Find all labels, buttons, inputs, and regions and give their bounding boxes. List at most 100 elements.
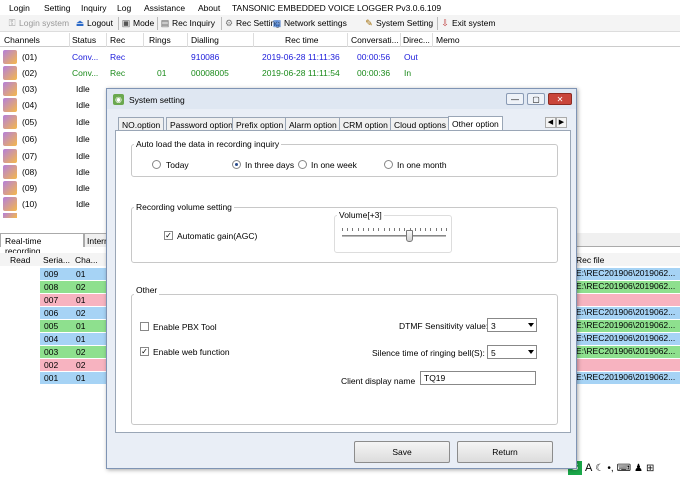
close-button[interactable]: ✕: [548, 93, 572, 105]
dtmf-select[interactable]: 3: [487, 318, 537, 332]
tab-crm-option[interactable]: CRM option: [339, 117, 392, 130]
col-rec-time[interactable]: Rec time: [285, 35, 319, 45]
col-serial[interactable]: Seria...: [43, 255, 70, 265]
web-function-label: Enable web function: [153, 347, 230, 357]
col-rings[interactable]: Rings: [149, 35, 171, 45]
mode-button[interactable]: ▣ Mode: [121, 18, 155, 28]
menu-setting[interactable]: Setting: [44, 3, 70, 13]
col-read[interactable]: Read: [10, 255, 30, 265]
volume-tick: [420, 228, 421, 231]
menu-login[interactable]: Login: [9, 3, 30, 13]
volume-label: Volume[+3]: [337, 210, 384, 220]
network-settings-button[interactable]: ▦ Network settings: [272, 18, 347, 28]
settings-tabs: NO.option Password option Prefix option …: [115, 116, 567, 131]
radio-one-week[interactable]: [298, 160, 307, 169]
channel-rec: Rec: [110, 68, 126, 78]
col-memo[interactable]: Memo: [436, 35, 460, 45]
keyboard-icon[interactable]: ⌨: [617, 463, 631, 474]
row-rec-file: [574, 294, 680, 306]
exit-system-button[interactable]: ⇩ Exit system: [440, 18, 495, 28]
logout-icon: ⏏: [75, 18, 85, 28]
minimize-button[interactable]: —: [506, 93, 524, 105]
moon-icon[interactable]: ☾: [595, 463, 604, 474]
channel-number: (06): [22, 134, 38, 144]
col-direction[interactable]: Direc...: [403, 35, 430, 45]
channel-status: Idle: [76, 151, 90, 161]
tab-scroll-right-icon[interactable]: ▶: [556, 117, 567, 128]
row-channel: 01: [76, 334, 86, 344]
menu-log[interactable]: Log: [117, 3, 131, 13]
row-serial: 009: [44, 269, 59, 279]
save-button[interactable]: Save: [354, 441, 450, 463]
channel-conversation: 00:00:36: [357, 68, 391, 78]
channel-number: (03): [22, 84, 38, 94]
dialog-titlebar[interactable]: ◉ System setting — ▢ ✕: [107, 89, 576, 109]
maximize-button[interactable]: ▢: [527, 93, 545, 105]
col-channels[interactable]: Channels: [4, 35, 40, 45]
col-status[interactable]: Status: [72, 35, 96, 45]
app-title: TANSONIC EMBEDDED VOICE LOGGER Pv3.0.6.1…: [232, 3, 442, 13]
tab-scroll-left-icon[interactable]: ◀: [545, 117, 556, 128]
col-conversation[interactable]: Conversati...: [351, 35, 399, 45]
menu-about[interactable]: About: [198, 3, 220, 13]
volume-tick: [394, 228, 395, 231]
channel-icon: [3, 181, 17, 195]
col-channel[interactable]: Cha...: [75, 255, 98, 265]
rec-inquiry-button[interactable]: ▤ Rec Inquiry: [160, 18, 215, 28]
autoload-legend: Auto load the data in recording inquiry: [134, 139, 282, 149]
menu-inquiry[interactable]: Inquiry: [81, 3, 107, 13]
channel-icon: [3, 213, 17, 218]
radio-one-month[interactable]: [384, 160, 393, 169]
channel-row[interactable]: (01) Conv... Rec 910086 2019-06-28 11:11…: [0, 49, 680, 65]
radio-three-days[interactable]: [232, 160, 241, 169]
col-divider: [143, 33, 144, 47]
tab-prefix-option[interactable]: Prefix option: [232, 117, 288, 130]
row-rec-file: E:\REC201906\2019062...: [574, 372, 680, 384]
col-divider: [432, 33, 433, 47]
col-divider: [69, 33, 70, 47]
tab-password-option[interactable]: Password option: [166, 117, 237, 130]
channel-dialling: 910086: [191, 52, 220, 62]
silence-value: 5: [491, 348, 496, 358]
tab-no-option[interactable]: NO.option: [118, 117, 165, 130]
volume-slider-thumb[interactable]: [406, 230, 414, 242]
channel-status: Idle: [76, 183, 90, 193]
volume-tick: [342, 228, 343, 231]
tab-internal[interactable]: Intern: [84, 233, 108, 247]
logout-button[interactable]: ⏏ Logout: [75, 18, 113, 28]
row-channel: 01: [76, 373, 86, 383]
col-dialling[interactable]: Dialling: [191, 35, 219, 45]
agc-checkbox[interactable]: ✓: [164, 231, 173, 240]
channel-row[interactable]: (02) Conv... Rec 01 00008005 2019-06-28 …: [0, 65, 680, 81]
row-channel: 01: [76, 295, 86, 305]
volume-tick: [378, 228, 380, 231]
grid-icon[interactable]: ⊞: [646, 463, 654, 474]
col-rec[interactable]: Rec: [110, 35, 125, 45]
pbx-tool-label: Enable PBX Tool: [153, 322, 217, 332]
tab-cloud-options[interactable]: Cloud options: [390, 117, 450, 130]
ime-letter-a-icon[interactable]: A: [585, 462, 592, 474]
tab-other-option[interactable]: Other option: [448, 116, 503, 131]
tab-alarm-option[interactable]: Alarm option: [285, 117, 341, 130]
login-system-button[interactable]: ⚿ Login system: [7, 18, 70, 28]
web-function-checkbox[interactable]: ✓: [140, 347, 149, 356]
user-icon[interactable]: ♟: [634, 463, 643, 474]
punctuation-icon[interactable]: •,: [607, 463, 613, 474]
col-divider: [347, 33, 348, 47]
col-rec-file[interactable]: Rec file: [576, 255, 604, 265]
menu-assistance[interactable]: Assistance: [144, 3, 185, 13]
tab-realtime-recording[interactable]: Real-time recording: [0, 233, 84, 256]
pbx-tool-checkbox[interactable]: [140, 322, 149, 331]
system-setting-button[interactable]: ✎ System Setting: [364, 18, 433, 28]
toolbar-divider: [157, 17, 158, 30]
silence-select[interactable]: 5: [487, 345, 537, 359]
channel-number: (04): [22, 100, 38, 110]
return-button[interactable]: Return: [457, 441, 553, 463]
channel-icon: [3, 66, 17, 80]
radio-today[interactable]: [152, 160, 161, 169]
volume-slider-track[interactable]: [342, 235, 446, 237]
client-name-input[interactable]: [420, 371, 536, 385]
channel-icon: [3, 98, 17, 112]
row-channel: 01: [76, 269, 86, 279]
row-channel: 02: [76, 308, 86, 318]
